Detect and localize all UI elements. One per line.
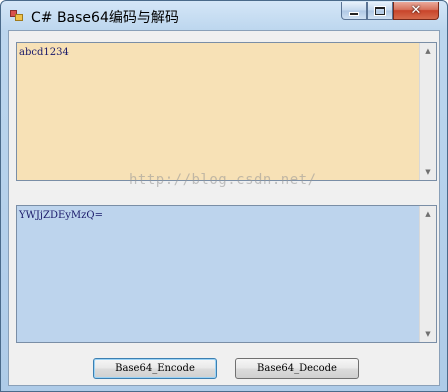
window-title: C# Base64编码与解码 [31, 10, 179, 26]
input-text: abcd1234 [19, 47, 69, 58]
maximize-button[interactable] [367, 2, 393, 20]
scroll-down-arrow-icon[interactable]: ▼ [420, 326, 436, 342]
app-icon[interactable] [10, 10, 24, 22]
scroll-up-arrow-icon[interactable]: ▲ [420, 43, 436, 59]
input-textbox[interactable]: abcd1234 ▲ ▼ [16, 42, 437, 181]
minimize-icon [350, 12, 358, 15]
minimize-button[interactable] [341, 2, 367, 20]
scroll-down-arrow-icon[interactable]: ▼ [420, 164, 436, 180]
decode-button[interactable]: Base64_Decode [235, 358, 359, 379]
output-vertical-scrollbar[interactable]: ▲ ▼ [419, 206, 436, 342]
maximize-icon [375, 6, 385, 15]
scroll-up-arrow-icon[interactable]: ▲ [420, 206, 436, 222]
input-vertical-scrollbar[interactable]: ▲ ▼ [419, 43, 436, 180]
app-window: C# Base64编码与解码 ✕ abcd1234 ▲ ▼ YWJjZDEyMz… [0, 0, 448, 392]
close-button[interactable]: ✕ [393, 2, 439, 20]
encode-button[interactable]: Base64_Encode [93, 358, 217, 379]
close-icon: ✕ [410, 3, 422, 18]
output-textbox[interactable]: YWJjZDEyMzQ= ▲ ▼ [16, 205, 437, 343]
title-bar[interactable]: C# Base64编码与解码 ✕ [1, 1, 447, 30]
client-area: abcd1234 ▲ ▼ YWJjZDEyMzQ= ▲ ▼ Base64_Enc… [8, 30, 440, 386]
output-text: YWJjZDEyMzQ= [19, 210, 103, 221]
